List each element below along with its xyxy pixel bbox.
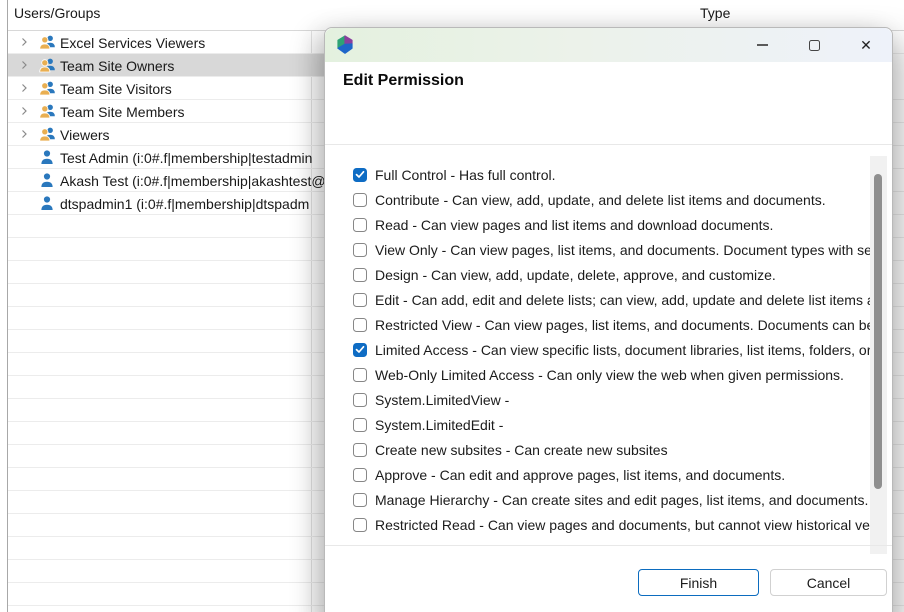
permission-row[interactable]: System.LimitedView - bbox=[325, 387, 870, 412]
checkbox-unchecked[interactable] bbox=[353, 468, 367, 482]
group-icon bbox=[38, 126, 56, 142]
person-icon bbox=[38, 172, 56, 188]
list-item-label: Excel Services Viewers bbox=[60, 34, 205, 51]
vertical-scrollbar[interactable] bbox=[870, 156, 887, 554]
checkbox-unchecked[interactable] bbox=[353, 493, 367, 507]
permission-label: Approve - Can edit and approve pages, li… bbox=[375, 467, 785, 483]
permission-row[interactable]: Read - Can view pages and list items and… bbox=[325, 212, 870, 237]
checkbox-checked[interactable] bbox=[353, 343, 367, 357]
permission-label: Read - Can view pages and list items and… bbox=[375, 217, 773, 233]
permission-label: System.LimitedView - bbox=[375, 392, 509, 408]
permission-row[interactable]: Limited Access - Can view specific lists… bbox=[325, 337, 870, 362]
permission-label: Edit - Can add, edit and delete lists; c… bbox=[375, 292, 870, 308]
finish-button[interactable]: Finish bbox=[638, 569, 759, 596]
dialog-title: Edit Permission bbox=[343, 72, 464, 90]
permission-label: Full Control - Has full control. bbox=[375, 167, 556, 183]
permission-row[interactable]: Restricted View - Can view pages, list i… bbox=[325, 312, 870, 337]
checkbox-unchecked[interactable] bbox=[353, 193, 367, 207]
permission-row[interactable]: View Only - Can view pages, list items, … bbox=[325, 237, 870, 262]
permission-row[interactable]: System.LimitedEdit - bbox=[325, 412, 870, 437]
expand-chevron-icon bbox=[16, 172, 32, 188]
permission-row[interactable]: Web-Only Limited Access - Can only view … bbox=[325, 362, 870, 387]
minimize-icon bbox=[757, 44, 768, 45]
expand-chevron-icon[interactable] bbox=[16, 80, 32, 96]
checkbox-checked[interactable] bbox=[353, 168, 367, 182]
edit-permission-dialog: ✕ Edit Permission Full Control - Has ful… bbox=[324, 27, 893, 612]
expand-chevron-icon[interactable] bbox=[16, 103, 32, 119]
permission-row[interactable]: Design - Can view, add, update, delete, … bbox=[325, 262, 870, 287]
permission-label: View Only - Can view pages, list items, … bbox=[375, 242, 870, 258]
list-item-label: Team Site Visitors bbox=[60, 80, 172, 97]
users-groups-column-header[interactable]: Users/Groups bbox=[14, 5, 100, 21]
permission-label: Manage Hierarchy - Can create sites and … bbox=[375, 492, 868, 508]
screen: Users/Groups Type Excel Services Viewers… bbox=[0, 0, 904, 612]
footer-separator bbox=[325, 545, 892, 546]
checkbox-unchecked[interactable] bbox=[353, 443, 367, 457]
cancel-button[interactable]: Cancel bbox=[770, 569, 887, 596]
permission-label: Restricted Read - Can view pages and doc… bbox=[375, 517, 870, 533]
permission-label: Restricted View - Can view pages, list i… bbox=[375, 317, 870, 333]
dialog-titlebar[interactable]: ✕ bbox=[325, 28, 892, 62]
checkbox-unchecked[interactable] bbox=[353, 418, 367, 432]
expand-chevron-icon[interactable] bbox=[16, 57, 32, 73]
list-item-label: Viewers bbox=[60, 126, 110, 143]
permission-label: Web-Only Limited Access - Can only view … bbox=[375, 367, 844, 383]
permission-label: Contribute - Can view, add, update, and … bbox=[375, 192, 826, 208]
person-icon bbox=[38, 149, 56, 165]
group-icon bbox=[38, 57, 56, 73]
permissions-list: Full Control - Has full control. Contribu… bbox=[325, 145, 870, 535]
list-item[interactable]: Team Site Owners bbox=[8, 54, 330, 77]
checkbox-unchecked[interactable] bbox=[353, 218, 367, 232]
permission-row[interactable]: Edit - Can add, edit and delete lists; c… bbox=[325, 287, 870, 312]
close-button[interactable]: ✕ bbox=[840, 28, 892, 62]
scrollbar-thumb[interactable] bbox=[874, 174, 882, 489]
list-item-label: dtspadmin1 (i:0#.f|membership|dtspadm bbox=[60, 195, 309, 212]
person-icon bbox=[38, 195, 56, 211]
type-column-header[interactable]: Type bbox=[700, 5, 730, 21]
list-item-label: Test Admin (i:0#.f|membership|testadmin bbox=[60, 149, 312, 166]
permission-row[interactable]: Manage Hierarchy - Can create sites and … bbox=[325, 487, 870, 512]
maximize-button[interactable] bbox=[788, 28, 840, 62]
permission-label: Design - Can view, add, update, delete, … bbox=[375, 267, 776, 283]
window-controls: ✕ bbox=[736, 28, 892, 62]
dialog-footer: Finish Cancel bbox=[325, 569, 892, 596]
checkbox-unchecked[interactable] bbox=[353, 293, 367, 307]
cube-logo-icon bbox=[335, 35, 355, 55]
expand-chevron-icon[interactable] bbox=[16, 34, 32, 50]
permission-row[interactable]: Restricted Read - Can view pages and doc… bbox=[325, 512, 870, 535]
permission-row[interactable]: Create new subsites - Can create new sub… bbox=[325, 437, 870, 462]
list-item-label: Team Site Owners bbox=[60, 57, 174, 74]
permission-label: Create new subsites - Can create new sub… bbox=[375, 442, 668, 458]
group-icon bbox=[38, 34, 56, 50]
checkbox-unchecked[interactable] bbox=[353, 318, 367, 332]
permission-label: Limited Access - Can view specific lists… bbox=[375, 342, 870, 358]
permission-label: System.LimitedEdit - bbox=[375, 417, 503, 433]
permission-row[interactable]: Approve - Can edit and approve pages, li… bbox=[325, 462, 870, 487]
maximize-icon bbox=[809, 40, 820, 51]
list-item-label: Akash Test (i:0#.f|membership|akashtest@ bbox=[60, 172, 326, 189]
permission-row[interactable]: Contribute - Can view, add, update, and … bbox=[325, 187, 870, 212]
expand-chevron-icon bbox=[16, 149, 32, 165]
checkbox-unchecked[interactable] bbox=[353, 368, 367, 382]
checkbox-unchecked[interactable] bbox=[353, 268, 367, 282]
checkbox-unchecked[interactable] bbox=[353, 243, 367, 257]
checkbox-unchecked[interactable] bbox=[353, 518, 367, 532]
minimize-button[interactable] bbox=[736, 28, 788, 62]
expand-chevron-icon[interactable] bbox=[16, 126, 32, 142]
checkbox-unchecked[interactable] bbox=[353, 393, 367, 407]
permission-row[interactable]: Full Control - Has full control. bbox=[325, 162, 870, 187]
group-icon bbox=[38, 103, 56, 119]
close-icon: ✕ bbox=[860, 38, 872, 52]
group-icon bbox=[38, 80, 56, 96]
list-item-label: Team Site Members bbox=[60, 103, 184, 120]
expand-chevron-icon bbox=[16, 195, 32, 211]
grid-header: Users/Groups Type bbox=[8, 0, 904, 30]
